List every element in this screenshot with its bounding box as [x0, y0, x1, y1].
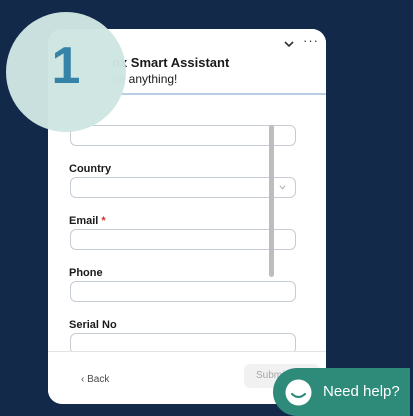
need-help-button[interactable]: Need help?: [273, 368, 410, 416]
country-label: Country: [69, 163, 112, 175]
need-help-label: Need help?: [323, 383, 400, 400]
form-scrollbar[interactable]: [269, 125, 274, 277]
email-field[interactable]: [70, 229, 296, 250]
step-badge: 1: [6, 12, 126, 132]
chevron-down-icon[interactable]: [282, 37, 296, 51]
more-options-icon[interactable]: ···: [303, 33, 319, 48]
serial-no-field[interactable]: [70, 333, 296, 351]
chat-bubble-icon: [285, 379, 312, 406]
country-select[interactable]: [70, 177, 296, 198]
phone-label: Phone: [69, 267, 103, 279]
email-label: Email *: [69, 215, 106, 227]
assistant-title: ox Smart Assistant: [112, 55, 230, 70]
step-number: 1: [51, 37, 81, 95]
serial-no-label: Serial No: [69, 319, 117, 331]
back-button[interactable]: ‹ Back: [81, 374, 109, 385]
chevron-down-icon: [279, 185, 286, 190]
first-field[interactable]: [70, 125, 296, 146]
phone-field[interactable]: [70, 281, 296, 302]
required-mark: *: [101, 215, 106, 227]
email-label-text: Email: [69, 215, 99, 227]
contact-form: Country Email * Phone Serial No: [48, 95, 326, 351]
